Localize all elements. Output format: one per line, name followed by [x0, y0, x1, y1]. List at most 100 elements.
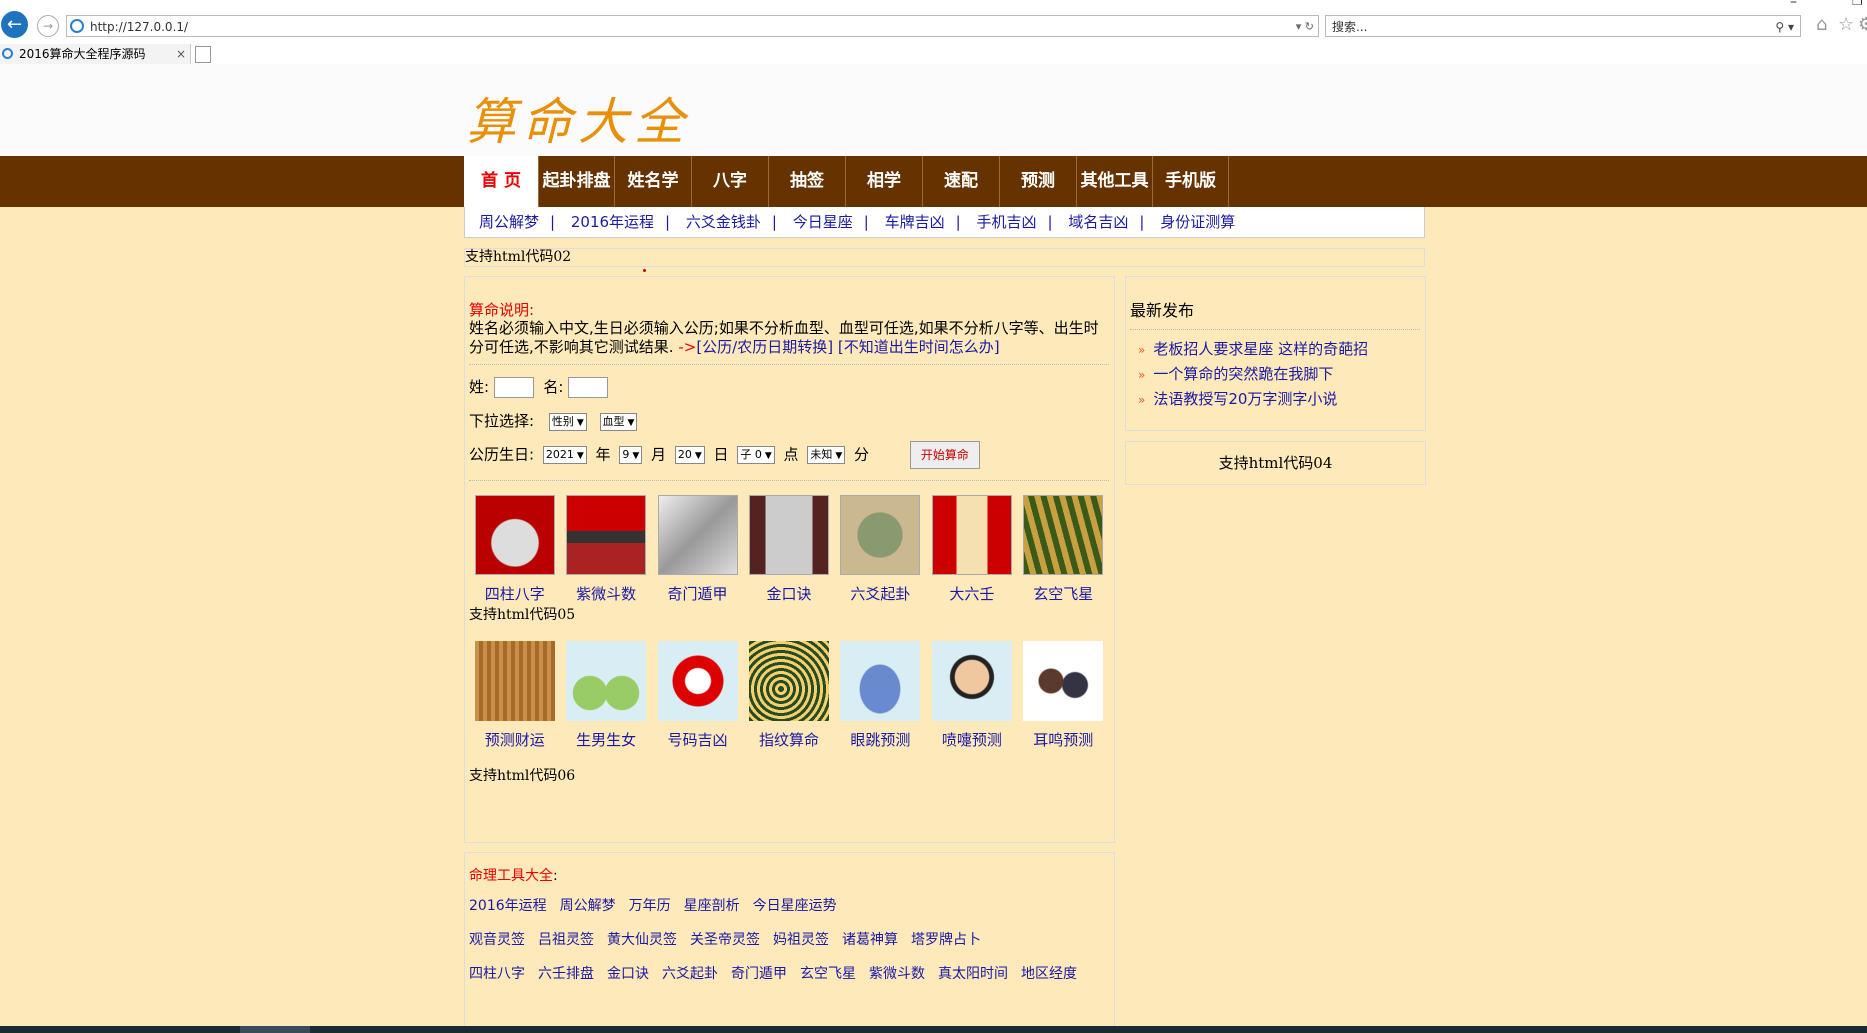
- tool-link[interactable]: 玄空飞星: [800, 966, 856, 982]
- address-url[interactable]: http://127.0.0.1/: [90, 16, 188, 38]
- name-input[interactable]: [568, 377, 609, 398]
- liuyao-image[interactable]: [840, 495, 921, 575]
- subnav-link[interactable]: 今日星座: [793, 213, 853, 231]
- gender-select[interactable]: 性别 ▼: [548, 412, 587, 431]
- nav-xingming[interactable]: 姓名学: [615, 156, 692, 207]
- minimize-icon[interactable]: –: [1790, 0, 1797, 10]
- nav-supei[interactable]: 速配: [923, 156, 1000, 207]
- nav-mobile[interactable]: 手机版: [1153, 156, 1229, 207]
- date-convert-link[interactable]: [公历/农历日期转换]: [696, 338, 833, 356]
- nav-yuce[interactable]: 预测: [1000, 156, 1077, 207]
- gear-icon[interactable]: ⚙: [1858, 14, 1867, 35]
- tab-close-icon[interactable]: ×: [176, 44, 186, 64]
- tool-link[interactable]: 2016年运程: [469, 898, 547, 914]
- hour-select[interactable]: 子 0 ▼: [737, 446, 775, 464]
- latest-item[interactable]: » 一个算命的突然跪在我脚下: [1138, 362, 1368, 387]
- tool-link[interactable]: 诸葛神算: [842, 932, 898, 948]
- tool-label[interactable]: 奇门遁甲: [652, 583, 743, 604]
- latest-item-text[interactable]: 一个算命的突然跪在我脚下: [1153, 365, 1333, 383]
- subnav-link[interactable]: 域名吉凶: [1068, 213, 1128, 231]
- subnav-link[interactable]: 手机吉凶: [976, 213, 1036, 231]
- new-tab-icon[interactable]: [195, 46, 211, 63]
- tool-link[interactable]: 今日星座运势: [753, 898, 837, 914]
- tool-label[interactable]: 金口诀: [743, 583, 834, 604]
- penti-image[interactable]: [931, 641, 1012, 721]
- tool-link[interactable]: 六爻起卦: [662, 966, 718, 982]
- ziwei-image[interactable]: [566, 495, 647, 575]
- tool-link[interactable]: 妈祖灵签: [773, 932, 829, 948]
- start-button[interactable]: 开始算命: [909, 441, 980, 469]
- forward-arrow-icon[interactable]: →: [37, 15, 59, 37]
- tool-label[interactable]: 指纹算命: [743, 729, 834, 750]
- tool-link[interactable]: 万年历: [629, 898, 671, 914]
- surname-input[interactable]: [493, 377, 534, 398]
- tool-link[interactable]: 观音灵签: [469, 932, 525, 948]
- tool-label[interactable]: 号码吉凶: [652, 729, 743, 750]
- yantiao-image[interactable]: [840, 641, 921, 721]
- minute-select[interactable]: 未知 ▼: [807, 446, 846, 464]
- refresh-icon[interactable]: ▾ ↻: [1296, 16, 1314, 38]
- zhiwen-image[interactable]: [748, 641, 829, 721]
- tool-xuankong[interactable]: 玄空飞星: [1018, 495, 1109, 604]
- unknown-time-link[interactable]: [不知道出生时间怎么办]: [838, 338, 1000, 356]
- tool-erming[interactable]: 耳鸣预测: [1018, 641, 1109, 750]
- tool-link[interactable]: 周公解梦: [560, 898, 616, 914]
- tool-link[interactable]: 黄大仙灵签: [607, 932, 677, 948]
- tool-label[interactable]: 生男生女: [560, 729, 651, 750]
- nav-qigua[interactable]: 起卦排盘: [539, 156, 615, 207]
- tool-jinkoujue[interactable]: 金口诀: [743, 495, 834, 604]
- tool-label[interactable]: 眼跳预测: [835, 729, 926, 750]
- blood-select[interactable]: 血型 ▼: [599, 412, 638, 431]
- subnav-link[interactable]: 2016年运程: [571, 213, 654, 231]
- xuankong-image[interactable]: [1023, 495, 1104, 575]
- tool-shengnan[interactable]: 生男生女: [560, 641, 651, 750]
- tool-link[interactable]: 地区经度: [1021, 966, 1077, 982]
- tool-haoma[interactable]: 号码吉凶: [652, 641, 743, 750]
- tool-link[interactable]: 真太阳时间: [938, 966, 1008, 982]
- latest-item[interactable]: » 法语教授写20万字测字小说: [1138, 387, 1368, 412]
- tool-link[interactable]: 奇门遁甲: [731, 966, 787, 982]
- tool-label[interactable]: 四柱八字: [469, 583, 560, 604]
- search-input[interactable]: 搜索... ⚲ ▾: [1325, 15, 1801, 37]
- browser-tab[interactable]: 2016算命大全程序源码 ×: [0, 44, 191, 64]
- month-select[interactable]: 9 ▼: [619, 446, 643, 464]
- tool-label[interactable]: 喷嚏预测: [926, 729, 1017, 750]
- tool-label[interactable]: 紫微斗数: [560, 583, 651, 604]
- subnav-link[interactable]: 身份证测算: [1160, 213, 1235, 231]
- qimen-image[interactable]: [657, 495, 738, 575]
- tool-ziwei[interactable]: 紫微斗数: [560, 495, 651, 604]
- tool-label[interactable]: 耳鸣预测: [1018, 729, 1109, 750]
- favorites-star-icon[interactable]: ☆: [1838, 14, 1854, 35]
- nav-chouqian[interactable]: 抽签: [769, 156, 846, 207]
- nav-other-tools[interactable]: 其他工具: [1077, 156, 1153, 207]
- tool-qimen[interactable]: 奇门遁甲: [652, 495, 743, 604]
- tool-label[interactable]: 预测财运: [469, 729, 560, 750]
- subnav-link[interactable]: 车牌吉凶: [885, 213, 945, 231]
- haoma-image[interactable]: [657, 641, 738, 721]
- back-arrow-icon[interactable]: ←: [1, 11, 28, 38]
- subnav-link[interactable]: 周公解梦: [479, 213, 539, 231]
- address-bar[interactable]: http://127.0.0.1/ ▾ ↻: [66, 15, 1319, 37]
- tool-label[interactable]: 玄空飞星: [1018, 583, 1109, 604]
- day-select[interactable]: 20 ▼: [674, 446, 705, 464]
- nav-bazi[interactable]: 八字: [692, 156, 769, 207]
- caiyun-image[interactable]: [474, 641, 555, 721]
- tool-daliuren[interactable]: 大六壬: [926, 495, 1017, 604]
- daliuren-image[interactable]: [931, 495, 1012, 575]
- nav-xiangxue[interactable]: 相学: [846, 156, 923, 207]
- taskbar-button[interactable]: [240, 1026, 310, 1033]
- nav-home[interactable]: 首 页: [464, 156, 539, 207]
- home-icon[interactable]: ⌂: [1816, 14, 1827, 35]
- year-select[interactable]: 2021 ▼: [542, 446, 587, 464]
- tool-sizhu-bazi[interactable]: 四柱八字: [469, 495, 560, 604]
- latest-item-text[interactable]: 法语教授写20万字测字小说: [1153, 390, 1337, 408]
- tool-liuyao[interactable]: 六爻起卦: [835, 495, 926, 604]
- tool-link[interactable]: 塔罗牌占卜: [911, 932, 981, 948]
- tool-zhiwen[interactable]: 指纹算命: [743, 641, 834, 750]
- tool-link[interactable]: 吕祖灵签: [538, 932, 594, 948]
- tool-yantiao[interactable]: 眼跳预测: [835, 641, 926, 750]
- tool-link[interactable]: 金口诀: [607, 966, 649, 982]
- tool-label[interactable]: 大六壬: [926, 583, 1017, 604]
- latest-item[interactable]: » 老板招人要求星座 这样的奇葩招: [1138, 337, 1368, 362]
- tool-link[interactable]: 紫微斗数: [869, 966, 925, 982]
